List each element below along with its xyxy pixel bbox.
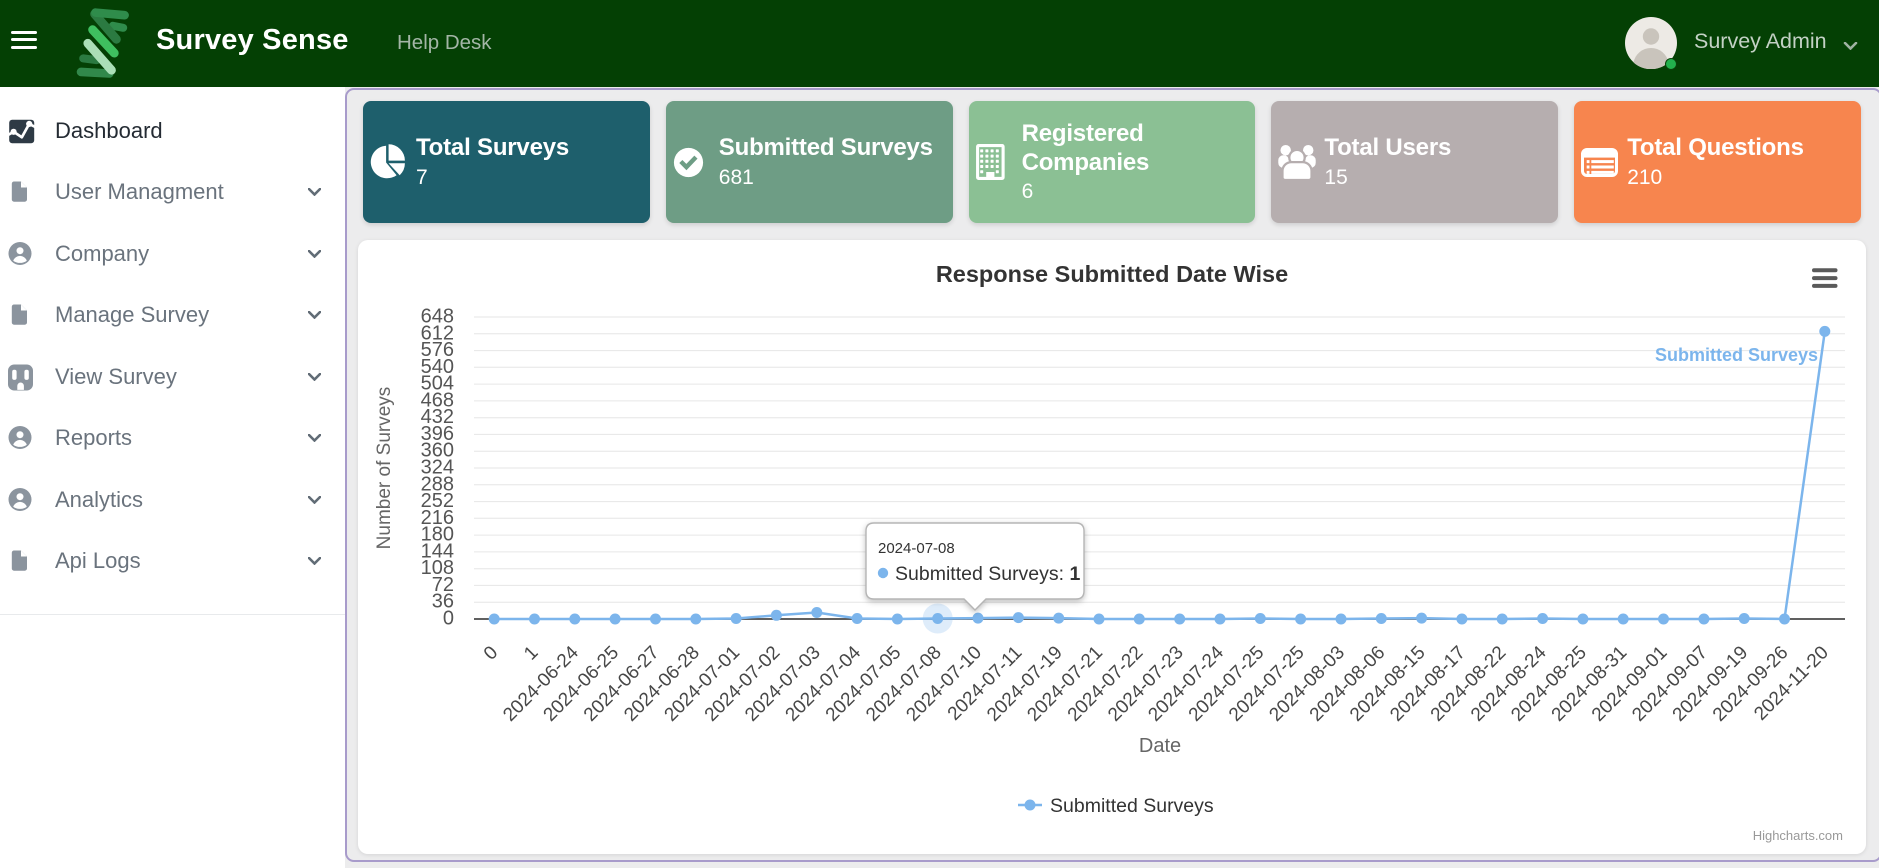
svg-text:2024-07-08: 2024-07-08 [878, 540, 955, 557]
svg-text:Submitted Surveys: Submitted Surveys [1655, 345, 1818, 365]
svg-text:Submitted Surveys: Submitted Surveys [1050, 795, 1214, 817]
svg-text:Date: Date [1139, 735, 1181, 757]
svg-text:0: 0 [480, 642, 502, 664]
svg-text:1: 1 [520, 642, 542, 664]
svg-text:Response Submitted Date Wise: Response Submitted Date Wise [936, 261, 1288, 287]
svg-text:Submitted Surveys: 1: Submitted Surveys: 1 [895, 563, 1081, 585]
svg-text:648: 648 [421, 306, 454, 328]
svg-text:Number of Surveys: Number of Surveys [374, 387, 395, 550]
svg-text:Highcharts.com: Highcharts.com [1753, 828, 1843, 843]
